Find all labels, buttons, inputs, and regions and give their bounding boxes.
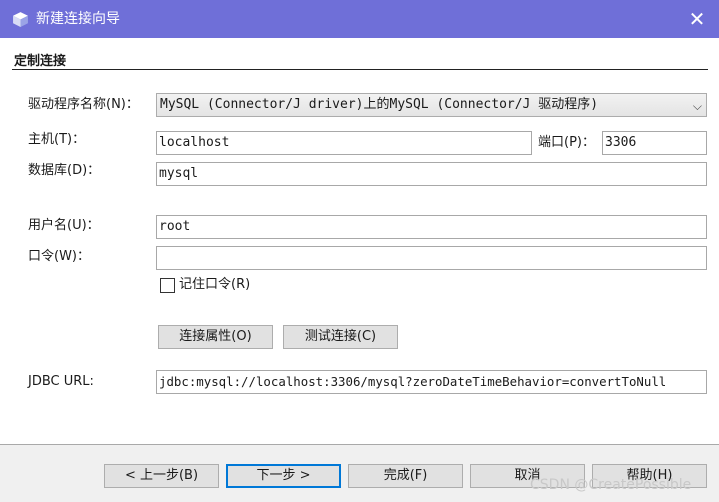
port-label: 端口(P)： bbox=[538, 135, 595, 150]
driver-label: 驱动程序名称(N)： bbox=[28, 97, 139, 112]
test-connection-button[interactable]: 测试连接(C) bbox=[283, 325, 398, 349]
port-input[interactable]: 3306 bbox=[602, 131, 707, 155]
password-label: 口令(W)： bbox=[28, 249, 90, 264]
host-label: 主机(T)： bbox=[28, 132, 86, 147]
wizard-panel: 定制连接 驱动程序名称(N)： MySQL (Connector/J drive… bbox=[0, 38, 719, 445]
close-icon[interactable]: ✕ bbox=[680, 4, 714, 34]
driver-select[interactable]: MySQL (Connector/J driver)上的MySQL (Conne… bbox=[156, 93, 707, 117]
remember-password-checkbox[interactable] bbox=[160, 278, 175, 293]
database-label: 数据库(D)： bbox=[28, 163, 101, 178]
username-label: 用户名(U)： bbox=[28, 218, 100, 233]
title-bar: 新建连接向导 ✕ bbox=[0, 0, 719, 38]
remember-password-label[interactable]: 记住口令(R) bbox=[179, 276, 250, 294]
jdbc-url-field[interactable]: jdbc:mysql://localhost:3306/mysql?zeroDa… bbox=[156, 370, 707, 394]
watermark: CSDN @CreatePossible bbox=[530, 477, 692, 493]
section-divider bbox=[12, 69, 708, 70]
cube-icon bbox=[13, 12, 28, 27]
host-input[interactable]: localhost bbox=[156, 131, 532, 155]
next-button[interactable]: 下一步 > bbox=[226, 464, 341, 488]
chevron-down-icon[interactable]: ⌵ bbox=[693, 95, 702, 116]
driver-select-value: MySQL (Connector/J driver)上的MySQL (Conne… bbox=[160, 97, 599, 112]
username-input[interactable]: root bbox=[156, 215, 707, 239]
password-input[interactable] bbox=[156, 246, 707, 270]
connection-properties-button[interactable]: 连接属性(O) bbox=[158, 325, 273, 349]
finish-button[interactable]: 完成(F) bbox=[348, 464, 463, 488]
back-button[interactable]: < 上一步(B) bbox=[104, 464, 219, 488]
database-input[interactable]: mysql bbox=[156, 162, 707, 186]
section-title: 定制连接 bbox=[14, 54, 67, 69]
window-title: 新建连接向导 bbox=[36, 11, 120, 27]
jdbc-url-label: JDBC URL: bbox=[28, 374, 94, 389]
